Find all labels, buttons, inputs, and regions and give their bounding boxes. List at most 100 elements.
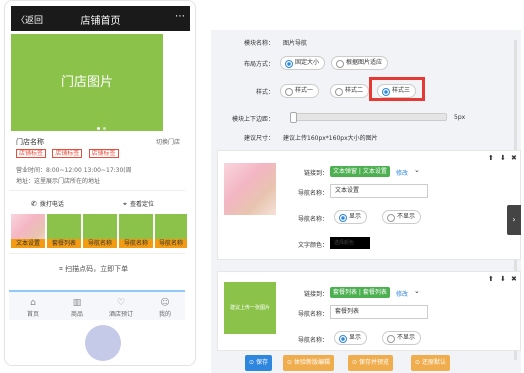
delete-icon[interactable]: ✖ — [511, 275, 517, 283]
page-title: 店铺首页 — [80, 16, 121, 27]
try-new-editor-button[interactable]: ⊙ 体验新版编辑 — [283, 355, 334, 371]
store-name: 门店名称 — [16, 138, 44, 146]
link-tag: 套餐列表 | 套餐列表 — [330, 287, 390, 298]
restore-default-label: 还原默认 — [421, 359, 446, 366]
highlight-box — [369, 77, 425, 101]
nav-name-label: 导航名称： — [297, 311, 328, 318]
margin-value: 5px — [454, 114, 466, 121]
edit-link[interactable]: 修改 — [396, 168, 408, 177]
phone-tabbar: ⌂ 首页 ▥ 商品 ♡ 酒店预订 ☺ 我的 — [9, 290, 185, 320]
call-button[interactable]: ✆ 拨打电话 — [31, 199, 64, 208]
layout-fixed-radio[interactable]: 固定大小 — [280, 56, 326, 70]
carousel-dots — [97, 124, 109, 132]
nav-item[interactable]: 导航名称 — [119, 214, 153, 248]
tab-label: 首页 — [26, 311, 39, 318]
nav-item-label: 套餐列表 — [47, 239, 81, 248]
nav-image-upload[interactable]: 建议上传一张图片 — [224, 282, 276, 334]
nav-image-thumbnail[interactable] — [224, 163, 276, 215]
store-address: 地址：这里展示门店所在的地址 — [16, 178, 101, 185]
tab-label: 酒店预订 — [108, 311, 133, 318]
move-up-icon[interactable]: ⬆ — [488, 275, 494, 283]
user-icon: ☺ — [160, 298, 170, 308]
tab-home[interactable]: ⌂ 首页 — [15, 298, 51, 318]
phone-icon: ✆ — [31, 200, 37, 208]
tab-mine[interactable]: ☺ 我的 — [147, 298, 183, 318]
text-color-picker[interactable]: 选择颜色 — [330, 237, 370, 249]
restore-icon: ⊙ — [415, 359, 422, 366]
nav-item[interactable]: 套餐列表 — [47, 214, 81, 248]
nav-show-label: 导航名称： — [297, 216, 328, 223]
show-name-radio[interactable]: 显示 — [334, 331, 368, 345]
hotel-icon: ♡ — [116, 298, 126, 308]
tab-label: 商品 — [70, 311, 83, 318]
layout-label: 布局方式： — [243, 61, 274, 68]
layout-adaptive-radio[interactable]: 根据图片适应 — [331, 56, 389, 70]
nav-show-label: 导航名称： — [297, 337, 328, 344]
nav-name-label: 导航名称： — [297, 190, 328, 197]
style-one-radio[interactable]: 样式一 — [280, 84, 320, 98]
scan-label: 扫描点码，立即下单 — [65, 265, 129, 273]
home-icon: ⌂ — [30, 298, 36, 308]
nav-name-input[interactable]: 套餐列表 — [330, 305, 428, 319]
image-nav: 文本设置 套餐列表 导航名称 导航名称 导航名称 — [11, 214, 187, 248]
delete-icon[interactable]: ✖ — [511, 154, 517, 162]
phone-home-button[interactable] — [85, 325, 121, 361]
module-name-label: 模块名称： — [243, 40, 274, 47]
more-icon[interactable]: ⋯ — [175, 11, 185, 22]
save-preview-button[interactable]: ⊙ 保存并预览 — [348, 355, 393, 371]
chevron-down-icon[interactable]: ⌄ — [414, 166, 420, 174]
store-tag: 店铺标签 — [88, 149, 119, 158]
phone-header: 〈返回 店铺首页 ⋯ — [11, 6, 190, 31]
nav-item-card: ⬆ ⬇ ✖ 建议上传一张图片 链接到： 套餐列表 | 套餐列表 修改 ⌄ 导航名… — [217, 271, 521, 351]
nav-item-label: 导航名称 — [83, 239, 117, 248]
divider — [9, 253, 185, 254]
goods-icon: ▥ — [72, 298, 82, 308]
divider — [9, 190, 185, 191]
chevron-down-icon[interactable]: ⌄ — [414, 287, 420, 295]
nav-item-card: ⬆ ⬇ ✖ 链接到： 文本弹窗 | 文本设置 修改 ⌄ 导航名称： 文本设置 导… — [217, 150, 521, 260]
chevron-right-icon: › — [512, 215, 516, 224]
call-label: 拨打电话 — [39, 201, 64, 208]
style-label: 样式： — [255, 89, 274, 96]
locate-button[interactable]: ⌖ 查看定位 — [123, 199, 154, 209]
switch-store-link[interactable]: 切换门店 — [156, 137, 180, 146]
link-label: 链接到： — [303, 170, 328, 177]
restore-default-button[interactable]: ⊙ 还原默认 — [411, 355, 450, 371]
locate-label: 查看定位 — [129, 201, 154, 208]
style-two-radio[interactable]: 样式二 — [330, 84, 370, 98]
panel-toggle[interactable]: › — [507, 205, 521, 235]
nav-name-input[interactable]: 文本设置 — [330, 184, 428, 198]
tab-hotel[interactable]: ♡ 酒店预订 — [103, 298, 139, 318]
store-hours: 营业时间：8:00~12:00 13:00~17:30(周 — [16, 167, 132, 174]
hide-name-radio[interactable]: 不显示 — [382, 331, 422, 345]
preview-icon: ⊙ — [352, 359, 359, 366]
size-label: 建议尺寸： — [243, 135, 274, 142]
slider-handle[interactable] — [290, 112, 297, 123]
save-button[interactable]: ⊙ 保存 — [245, 355, 272, 371]
scan-order-button[interactable]: ⌗ 扫描点码，立即下单 — [59, 264, 128, 274]
move-up-icon[interactable]: ⬆ — [488, 154, 494, 162]
save-preview-label: 保存并预览 — [358, 359, 389, 366]
move-down-icon[interactable]: ⬇ — [500, 275, 506, 283]
hide-name-radio[interactable]: 不显示 — [382, 210, 422, 224]
location-icon: ⌖ — [123, 200, 127, 208]
nav-item-label: 导航名称 — [155, 239, 187, 248]
tab-goods[interactable]: ▥ 商品 — [59, 298, 95, 318]
margin-slider[interactable] — [290, 112, 447, 123]
edit-link[interactable]: 修改 — [396, 289, 408, 298]
try-new-editor-label: 体验新版编辑 — [293, 359, 330, 366]
text-color-label: 文字颜色： — [297, 242, 328, 249]
store-tag: 店铺标签 — [16, 149, 47, 158]
phone-preview: 〈返回 店铺首页 ⋯ 门店图片 门店名称 切换门店 店铺标签 店铺标签 店铺标签… — [4, 0, 196, 366]
link-tag: 文本弹窗 | 文本设置 — [330, 166, 390, 177]
nav-item[interactable]: 导航名称 — [83, 214, 117, 248]
show-name-radio[interactable]: 显示 — [334, 210, 368, 224]
edit-icon: ⊙ — [287, 359, 294, 366]
nav-item[interactable]: 文本设置 — [11, 214, 45, 248]
move-down-icon[interactable]: ⬇ — [500, 154, 506, 162]
nav-item[interactable]: 导航名称 — [155, 214, 187, 248]
size-value: 建议上传160px*160px大小的图片 — [283, 135, 378, 142]
store-tag: 店铺标签 — [52, 149, 83, 158]
margin-label: 模块上下边距： — [231, 116, 274, 123]
link-label: 链接到： — [303, 291, 328, 298]
